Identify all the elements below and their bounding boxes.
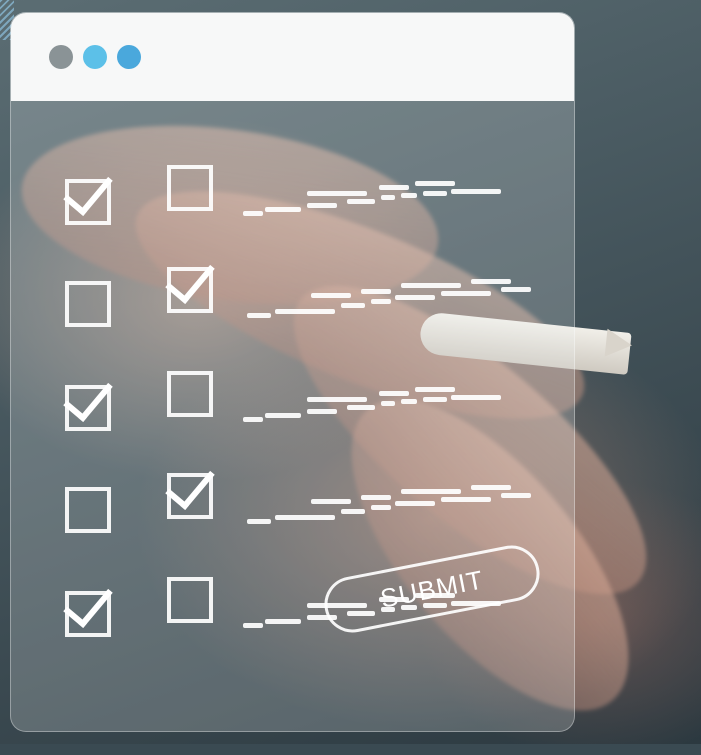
text-placeholder-line	[265, 619, 301, 624]
text-placeholder-line	[265, 413, 301, 418]
text-placeholder-line	[247, 313, 271, 318]
text-placeholder-line	[451, 189, 501, 194]
text-placeholder-line	[311, 499, 351, 504]
window-titlebar	[11, 13, 574, 101]
text-placeholder-line	[265, 207, 301, 212]
text-placeholder-line	[423, 397, 447, 402]
checkbox-row4-left[interactable]	[65, 487, 111, 533]
text-placeholder-line	[381, 401, 395, 406]
checkbox-row3-left[interactable]	[63, 370, 113, 431]
checkbox-row1-right[interactable]	[167, 165, 213, 211]
text-placeholder-line	[415, 387, 455, 392]
text-placeholder-line	[451, 395, 501, 400]
text-placeholder-line	[347, 199, 375, 204]
text-placeholder-line	[307, 409, 337, 414]
text-placeholder-line	[243, 211, 263, 216]
window-dot-blue-1[interactable]	[83, 45, 107, 69]
checkmark-icon	[165, 458, 215, 510]
text-placeholder-line	[341, 303, 365, 308]
checkbox-row2-left[interactable]	[65, 281, 111, 327]
text-placeholder-line	[307, 397, 367, 402]
text-placeholder-line	[415, 181, 455, 186]
checkmark-icon	[63, 576, 113, 628]
stylus-tip	[604, 328, 634, 360]
text-placeholder-line	[441, 291, 491, 296]
submit-button[interactable]: SUBMIT	[319, 540, 545, 638]
text-placeholder-line	[361, 289, 391, 294]
text-placeholder-line	[243, 417, 263, 422]
text-placeholder-line	[307, 203, 337, 208]
text-placeholder-line	[501, 287, 531, 292]
text-placeholder-line	[381, 195, 395, 200]
checklist-window: SUBMIT	[10, 12, 575, 732]
text-placeholder-line	[311, 293, 351, 298]
window-dot-blue-2[interactable]	[117, 45, 141, 69]
text-placeholder-line	[361, 495, 391, 500]
checkbox-row2-right[interactable]	[165, 252, 215, 313]
text-placeholder-line	[401, 399, 417, 404]
text-placeholder-line	[395, 295, 435, 300]
text-placeholder-line	[471, 279, 511, 284]
window-dot-gray[interactable]	[49, 45, 73, 69]
text-placeholder-line	[423, 191, 447, 196]
text-placeholder-line	[441, 497, 491, 502]
checkbox-row3-right[interactable]	[167, 371, 213, 417]
text-placeholder-line	[379, 185, 409, 190]
text-placeholder-line	[347, 405, 375, 410]
checkbox-row5-right[interactable]	[167, 577, 213, 623]
text-placeholder-line	[371, 299, 391, 304]
text-placeholder-line	[247, 519, 271, 524]
text-placeholder-line	[341, 509, 365, 514]
text-placeholder-line	[307, 191, 367, 196]
text-placeholder-line	[501, 493, 531, 498]
checkmark-icon	[63, 370, 113, 422]
text-placeholder-line	[275, 309, 335, 314]
text-placeholder-line	[371, 505, 391, 510]
text-placeholder-line	[401, 193, 417, 198]
text-placeholder-line	[243, 623, 263, 628]
text-placeholder-line	[401, 283, 461, 288]
checkbox-row4-right[interactable]	[165, 458, 215, 519]
text-placeholder-line	[379, 391, 409, 396]
text-placeholder-line	[275, 515, 335, 520]
checkbox-row5-left[interactable]	[63, 576, 113, 637]
text-placeholder-line	[401, 489, 461, 494]
text-placeholder-line	[395, 501, 435, 506]
checkmark-icon	[165, 252, 215, 304]
checkbox-row1-left[interactable]	[63, 164, 113, 225]
checkmark-icon	[63, 164, 113, 216]
text-placeholder-line	[471, 485, 511, 490]
